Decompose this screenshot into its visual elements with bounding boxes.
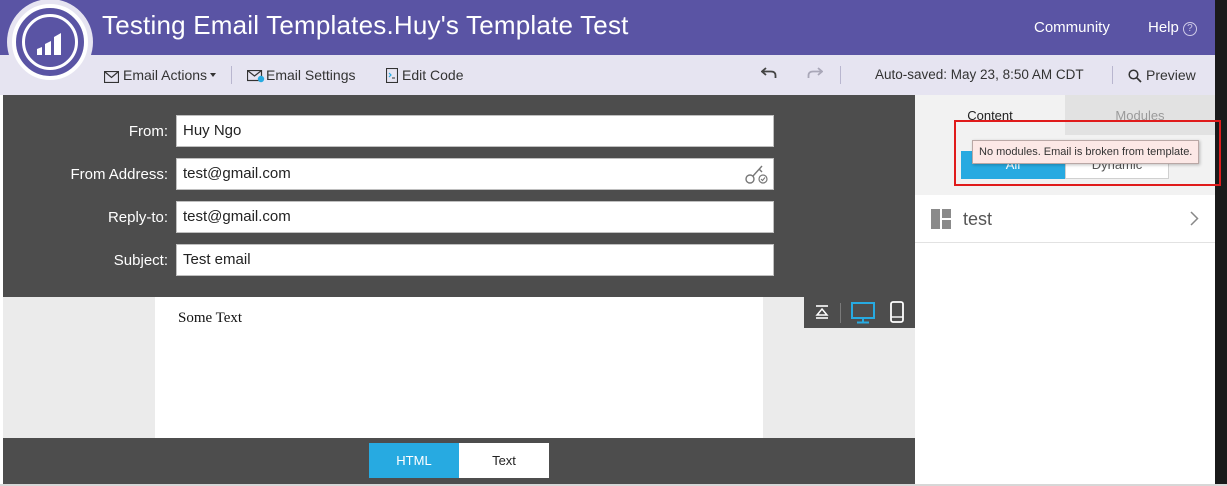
app-header: Testing Email Templates.Huy's Template T… [0, 0, 1227, 55]
chevron-right-icon [1190, 211, 1199, 231]
email-canvas: Some Text [3, 297, 915, 438]
from-value: Huy Ngo [183, 122, 242, 139]
email-actions-menu[interactable]: Email Actions [103, 67, 217, 86]
desktop-icon[interactable] [851, 302, 875, 329]
mobile-icon[interactable] [890, 301, 904, 328]
marketo-logo[interactable] [12, 4, 88, 80]
search-icon [1128, 69, 1142, 86]
subject-field[interactable]: Test email [176, 244, 774, 276]
undo-icon [760, 67, 777, 83]
editor-toolbar: Email Actions Email Settings Edit Code A… [0, 55, 1215, 95]
help-icon: ? [1182, 22, 1197, 36]
envelope-icon [103, 70, 120, 86]
content-list: test [915, 195, 1215, 484]
from-label: From: [128, 123, 168, 140]
tab-text[interactable]: Text [459, 443, 549, 478]
list-item[interactable]: test [915, 195, 1215, 243]
highlight-annotation-box [954, 120, 1221, 186]
bar-chart-logo-icon [37, 33, 61, 55]
edit-code-label: Edit Code [402, 67, 464, 83]
logo-inner-ring [22, 14, 78, 70]
email-body-text[interactable]: Some Text [178, 310, 242, 327]
page-title: Testing Email Templates.Huy's Template T… [102, 10, 629, 40]
help-link[interactable]: Help? [1148, 19, 1197, 36]
code-file-icon [385, 67, 399, 86]
redo-button[interactable] [807, 66, 824, 83]
email-settings-button[interactable]: Email Settings [246, 67, 356, 86]
layout-grid-icon [931, 209, 951, 234]
toolbar-divider [840, 66, 841, 84]
redo-icon [807, 67, 824, 83]
toolbar-divider [231, 66, 232, 84]
tab-html[interactable]: HTML [369, 443, 459, 478]
token-key-icon[interactable] [745, 163, 769, 189]
collapse-header-icon[interactable] [814, 304, 830, 325]
list-item-label: test [963, 209, 993, 229]
reply-to-field[interactable]: test@gmail.com [176, 201, 774, 233]
email-editor-window: Testing Email Templates.Huy's Template T… [0, 0, 1227, 486]
email-header-form: From: Huy Ngo From Address: test@gmail.c… [3, 95, 915, 297]
autosaved-status: Auto-saved: May 23, 8:50 AM CDT [875, 67, 1084, 82]
format-tab-bar: HTML Text [3, 438, 915, 484]
reply-to-label: Reply-to: [107, 209, 168, 226]
subject-label: Subject: [113, 252, 168, 269]
reply-to-value: test@gmail.com [183, 208, 291, 225]
chevron-down-icon [210, 73, 217, 77]
toolbar-divider [1112, 66, 1113, 84]
help-label: Help [1148, 19, 1179, 36]
email-body-preview[interactable]: Some Text [155, 297, 763, 438]
from-address-label: From Address: [70, 166, 168, 183]
undo-button[interactable] [760, 66, 777, 83]
view-toolbar-divider [840, 303, 841, 323]
preview-label: Preview [1146, 67, 1196, 83]
edit-code-button[interactable]: Edit Code [385, 67, 464, 86]
from-address-field[interactable]: test@gmail.com [176, 158, 774, 190]
subject-value: Test email [183, 251, 251, 268]
view-toolbar [804, 297, 915, 328]
email-actions-label: Email Actions [123, 67, 208, 83]
preview-button[interactable]: Preview [1128, 67, 1196, 86]
window-edge [1215, 0, 1227, 486]
from-address-value: test@gmail.com [183, 165, 291, 182]
email-settings-label: Email Settings [266, 67, 356, 83]
community-link[interactable]: Community [1034, 19, 1110, 36]
from-field[interactable]: Huy Ngo [176, 115, 774, 147]
email-settings-icon [246, 69, 265, 86]
